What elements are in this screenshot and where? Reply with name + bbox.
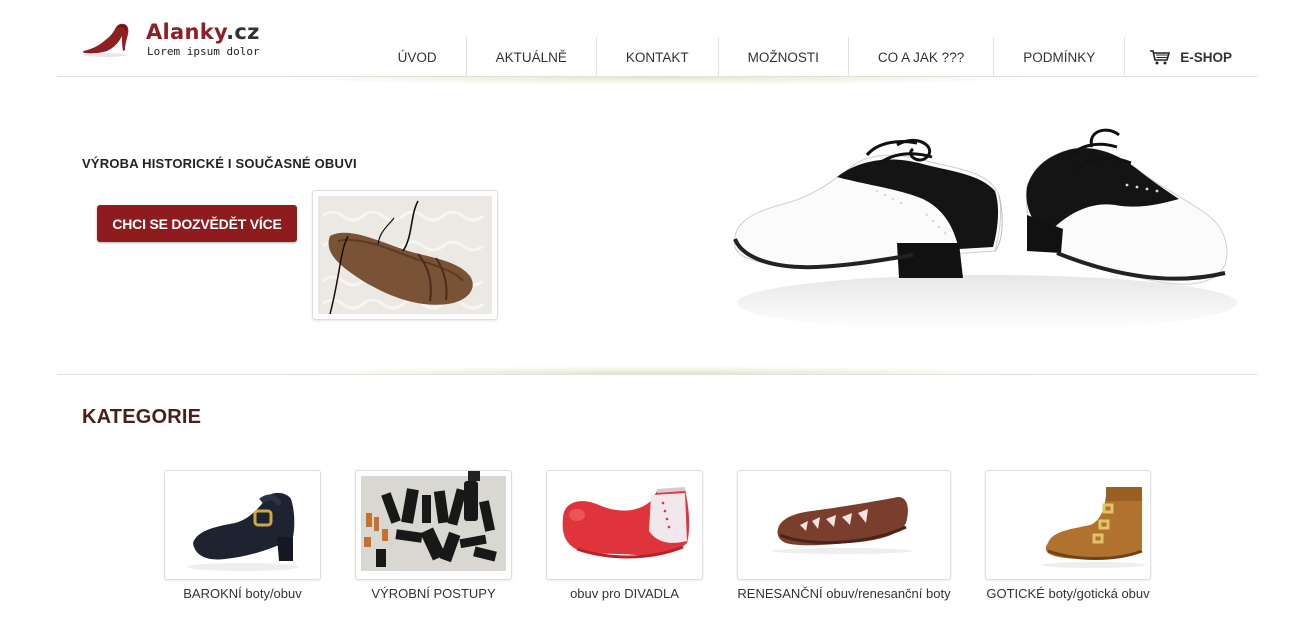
brand-tagline: Lorem ipsum dolor bbox=[147, 45, 260, 58]
baroque-shoe-image bbox=[187, 492, 299, 571]
leather-pattern-pieces-image bbox=[361, 471, 506, 571]
category-card-barokni[interactable]: BAROKNÍ boty/obuv bbox=[164, 470, 321, 601]
nav-item-moznosti[interactable]: MOŽNOSTI bbox=[717, 37, 848, 77]
category-label: VÝROBNÍ POSTUPY bbox=[371, 586, 496, 601]
category-card-divadla[interactable]: obuv pro DIVADLA bbox=[546, 470, 703, 601]
section-glow bbox=[257, 366, 1057, 374]
high-heel-icon bbox=[83, 23, 129, 57]
categories-title: KATEGORIE bbox=[82, 406, 202, 428]
category-image-frame bbox=[985, 470, 1151, 580]
gothic-boot-image bbox=[1042, 487, 1146, 568]
category-image-frame bbox=[546, 470, 703, 580]
shopping-cart-icon bbox=[1150, 50, 1171, 65]
hero-heading: VÝROBA HISTORICKÉ I SOUČASNÉ OBUVI bbox=[82, 156, 357, 171]
eshop-label: E-SHOP bbox=[1180, 49, 1232, 65]
nav-item-eshop[interactable]: E-SHOP bbox=[1124, 37, 1257, 77]
category-label: RENESANČNÍ obuv/renesanční boty bbox=[737, 586, 951, 601]
renaissance-slipper-image bbox=[772, 497, 912, 554]
category-image-frame bbox=[355, 470, 512, 580]
category-card-goticke[interactable]: GOTICKÉ boty/gotická obuv bbox=[985, 470, 1151, 601]
category-label: GOTICKÉ boty/gotická obuv bbox=[986, 586, 1150, 601]
nav-item-aktualne[interactable]: AKTUÁLNĚ bbox=[465, 37, 596, 77]
hero-thumbnail[interactable] bbox=[312, 190, 498, 320]
leather-sandal-image bbox=[318, 196, 492, 314]
category-card-vyrobni-postupy[interactable]: VÝROBNÍ POSTUPY bbox=[355, 470, 512, 601]
page: Alanky.cz Lorem ipsum dolor ÚVOD AKTUÁLN… bbox=[57, 0, 1257, 617]
section-divider bbox=[57, 374, 1257, 375]
brand-name: Alanky.cz bbox=[146, 20, 260, 44]
category-label: obuv pro DIVADLA bbox=[570, 586, 679, 601]
nav-item-co-a-jak[interactable]: CO A JAK ??? bbox=[847, 37, 993, 77]
site-logo[interactable]: Alanky.cz Lorem ipsum dolor bbox=[81, 18, 311, 63]
category-label: BAROKNÍ boty/obuv bbox=[183, 586, 302, 601]
red-clown-shoe-image bbox=[562, 487, 690, 559]
main-nav: ÚVOD AKTUÁLNĚ KONTAKT MOŽNOSTI CO A JAK … bbox=[369, 37, 1257, 77]
category-image-frame bbox=[737, 470, 951, 580]
header-glow bbox=[257, 77, 1057, 85]
learn-more-button[interactable]: CHCI SE DOZVĚDĚT VÍCE bbox=[97, 205, 297, 242]
nav-item-uvod[interactable]: ÚVOD bbox=[369, 37, 466, 77]
category-card-renesancni[interactable]: RENESANČNÍ obuv/renesanční boty bbox=[737, 470, 951, 601]
nav-item-kontakt[interactable]: KONTAKT bbox=[595, 37, 718, 77]
category-image-frame bbox=[164, 470, 321, 580]
saddle-shoes-image bbox=[733, 128, 1237, 331]
nav-item-podminky[interactable]: PODMÍNKY bbox=[993, 37, 1124, 77]
